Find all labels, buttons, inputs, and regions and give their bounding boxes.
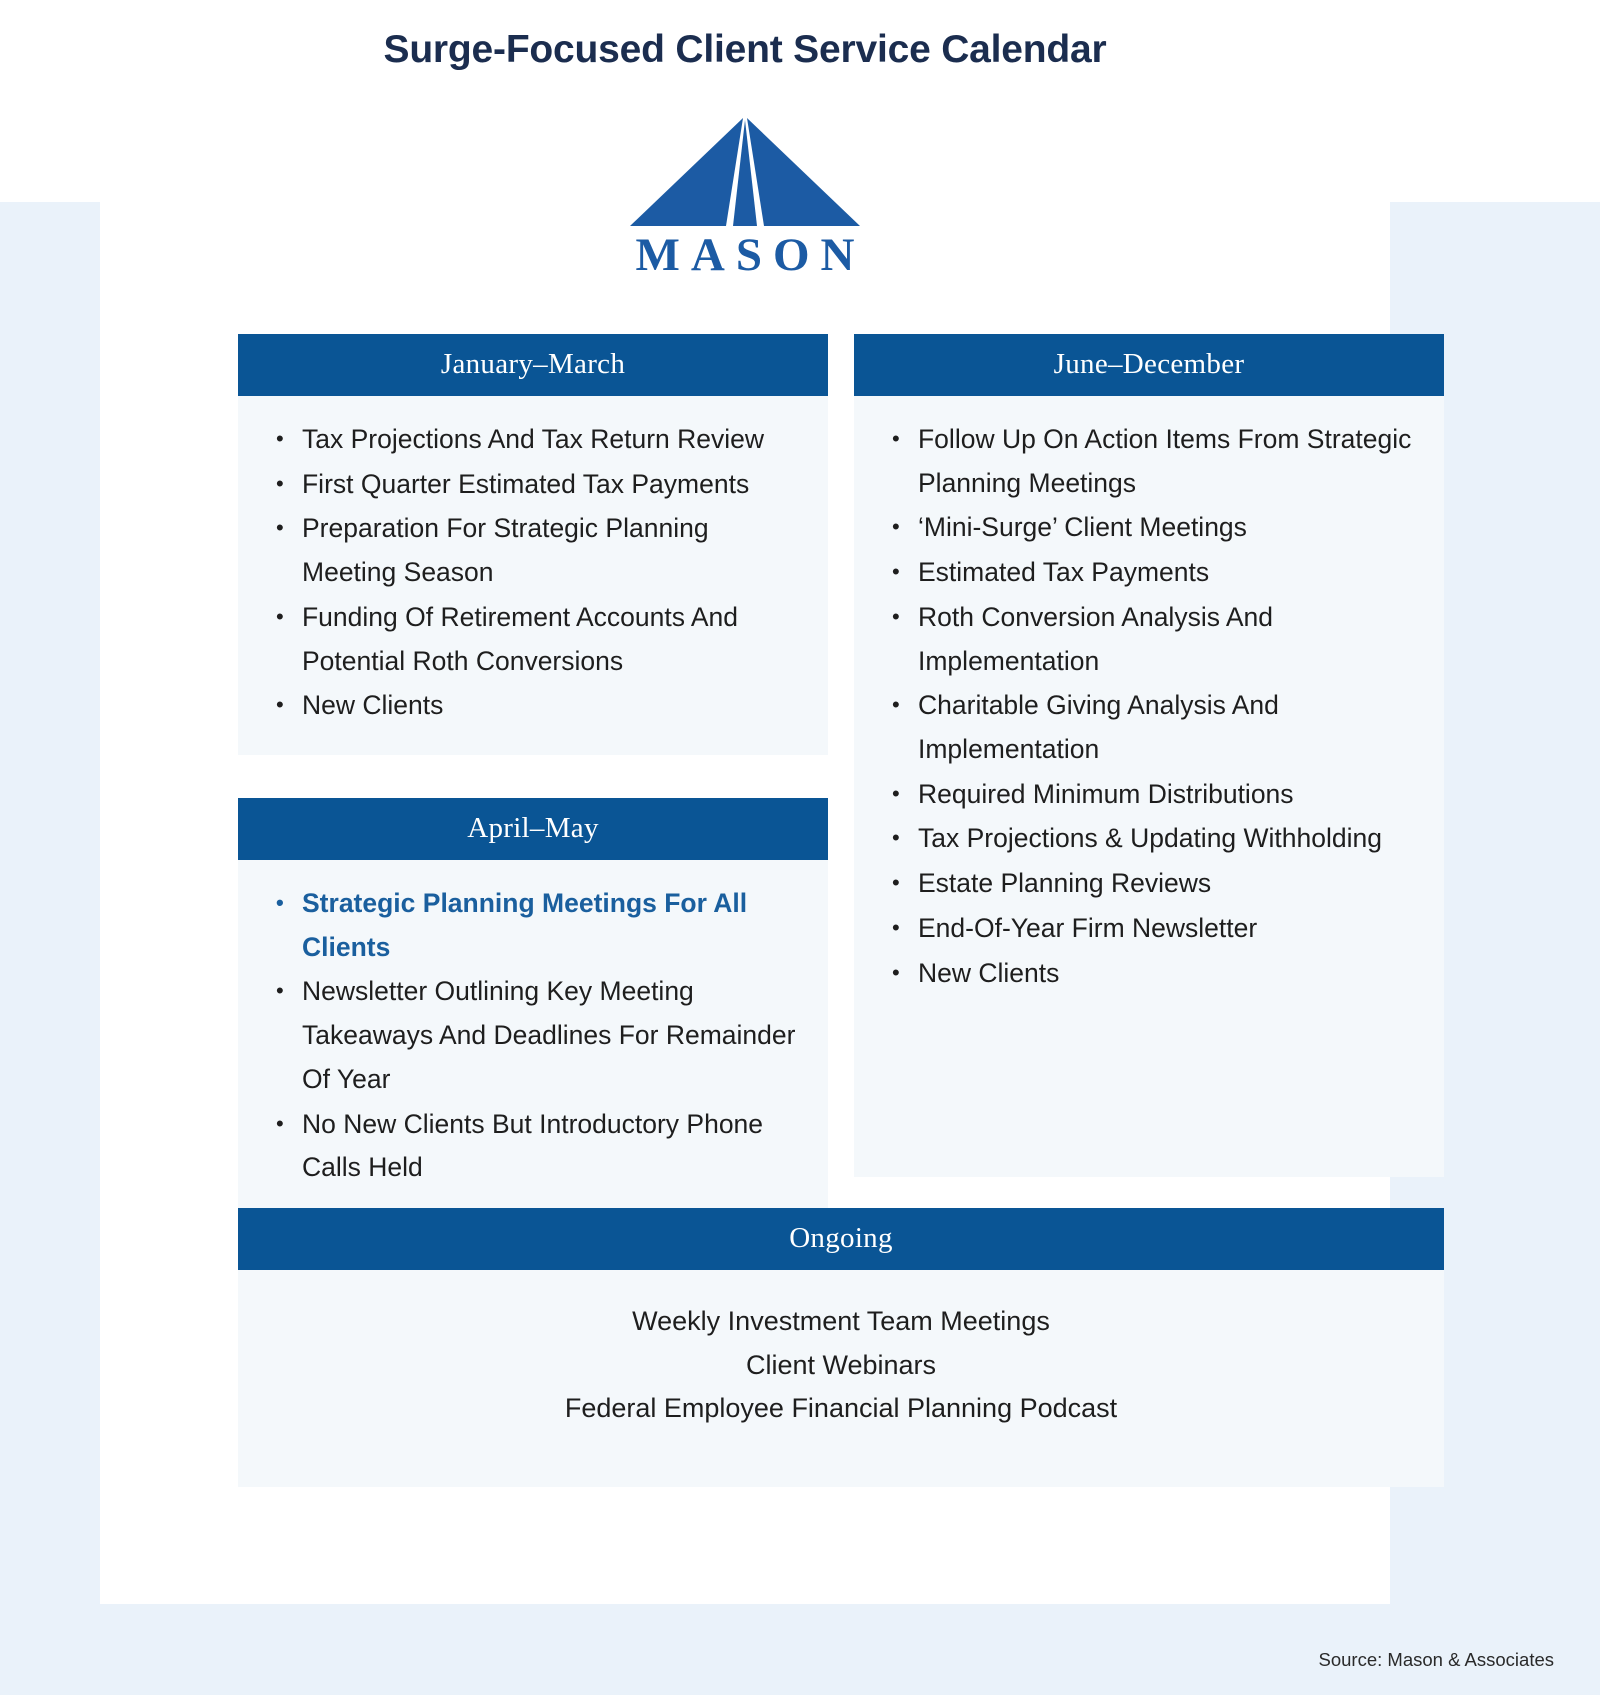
ongoing-line: Federal Employee Financial Planning Podc… bbox=[564, 1393, 1118, 1424]
card-june-december: June–December Follow Up On Action Items … bbox=[854, 334, 1444, 1177]
page-title: Surge-Focused Client Service Calendar bbox=[383, 28, 1107, 71]
list-item: Estate Planning Reviews bbox=[880, 862, 1418, 906]
list-item-highlighted: Strategic Planning Meetings For All Clie… bbox=[264, 882, 802, 969]
list-january-march: Tax Projections And Tax Return Review Fi… bbox=[264, 418, 802, 728]
list-item: Preparation For Strategic Planning Meeti… bbox=[264, 507, 802, 594]
list-item: ‘Mini-Surge’ Client Meetings bbox=[880, 506, 1418, 550]
list-item: First Quarter Estimated Tax Payments bbox=[264, 463, 802, 507]
list-item: Follow Up On Action Items From Strategic… bbox=[880, 418, 1418, 505]
list-item: New Clients bbox=[880, 952, 1418, 996]
calendar-column-left: January–March Tax Projections And Tax Re… bbox=[238, 334, 828, 1229]
card-body-january-march: Tax Projections And Tax Return Review Fi… bbox=[238, 396, 828, 756]
calendar-column-right: June–December Follow Up On Action Items … bbox=[854, 334, 1444, 1177]
card-january-march: January–March Tax Projections And Tax Re… bbox=[238, 334, 828, 756]
ongoing-line: Client Webinars bbox=[745, 1349, 937, 1380]
brand-wordmark: MASON bbox=[635, 229, 866, 281]
list-item: Tax Projections & Updating Withholding bbox=[880, 817, 1418, 861]
card-body-ongoing: Weekly Investment Team Meetings Client W… bbox=[238, 1270, 1444, 1488]
mason-pyramid-logo-icon bbox=[630, 118, 860, 226]
ongoing-line: Weekly Investment Team Meetings bbox=[632, 1306, 1050, 1336]
brand-logo: MASON bbox=[100, 118, 1390, 279]
list-item: End-Of-Year Firm Newsletter bbox=[880, 907, 1418, 951]
list-june-december: Follow Up On Action Items From Strategic… bbox=[880, 418, 1418, 995]
list-item: Roth Conversion Analysis And Implementat… bbox=[880, 596, 1418, 683]
list-item: New Clients bbox=[264, 684, 802, 728]
card-header-june-december: June–December bbox=[854, 334, 1444, 396]
source-attribution: Source: Mason & Associates bbox=[1318, 1649, 1554, 1670]
card-body-june-december: Follow Up On Action Items From Strategic… bbox=[854, 396, 1444, 1177]
list-item: Tax Projections And Tax Return Review bbox=[264, 418, 802, 462]
card-april-may: April–May Strategic Planning Meetings Fo… bbox=[238, 798, 828, 1229]
card-ongoing: Ongoing Weekly Investment Team Meetings … bbox=[238, 1208, 1444, 1488]
list-item: Newsletter Outlining Key Meeting Takeawa… bbox=[264, 970, 802, 1101]
list-item: No New Clients But Introductory Phone Ca… bbox=[264, 1103, 802, 1190]
calendar-board: January–March Tax Projections And Tax Re… bbox=[238, 334, 1444, 1229]
list-item: Required Minimum Distributions bbox=[880, 773, 1418, 817]
list-april-may: Strategic Planning Meetings For All Clie… bbox=[264, 882, 802, 1190]
list-item: Charitable Giving Analysis And Implement… bbox=[880, 684, 1418, 771]
card-header-april-may: April–May bbox=[238, 798, 828, 861]
list-item: Funding Of Retirement Accounts And Poten… bbox=[264, 596, 802, 683]
card-header-ongoing: Ongoing bbox=[238, 1208, 1444, 1270]
content-panel: Surge-Focused Client Service Calendar MA… bbox=[100, 0, 1444, 1604]
card-header-january-march: January–March bbox=[238, 334, 828, 396]
card-body-april-may: Strategic Planning Meetings For All Clie… bbox=[238, 860, 828, 1229]
list-item: Estimated Tax Payments bbox=[880, 551, 1418, 595]
